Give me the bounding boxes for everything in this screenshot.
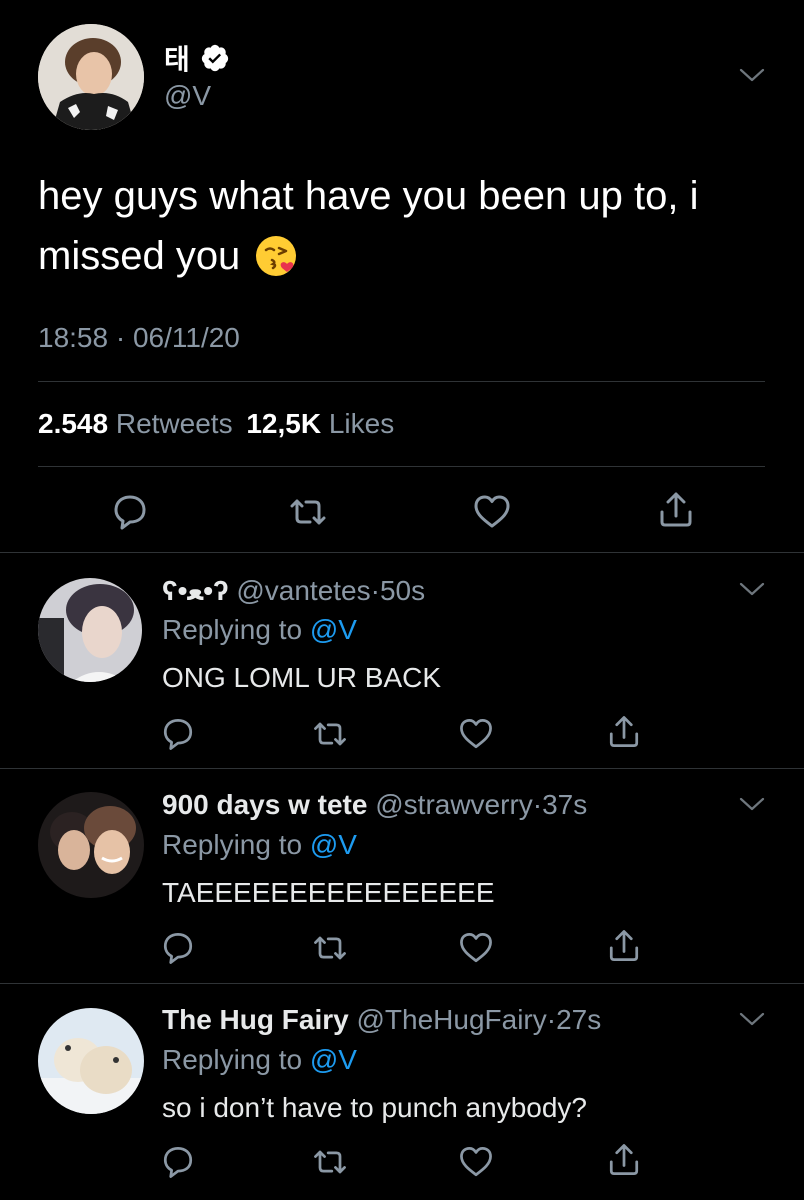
like-button[interactable] [456, 928, 496, 968]
share-icon [609, 716, 639, 747]
reply-avatar-photo [38, 1008, 144, 1114]
heart-icon [460, 1147, 492, 1177]
replying-to-label: Replying to [162, 1044, 303, 1075]
reply-button[interactable] [158, 1142, 198, 1182]
reply-time-separator: · [546, 1004, 557, 1035]
reply-avatar[interactable] [38, 792, 144, 898]
share-icon [609, 1144, 639, 1175]
retweet-button[interactable] [286, 490, 330, 534]
share-button[interactable] [654, 488, 698, 532]
author-avatar[interactable] [38, 24, 144, 130]
tweet-text-line-2: missed you [38, 234, 241, 278]
reply-time: 37s [542, 789, 588, 820]
heart-icon [474, 495, 510, 528]
reply-avatar[interactable] [38, 1008, 144, 1114]
like-button[interactable] [456, 714, 496, 754]
kissing-face-emoji-icon [254, 234, 298, 278]
heart-icon [460, 933, 492, 963]
reply-icon [163, 1147, 193, 1178]
reply-button[interactable] [158, 714, 198, 754]
reply-time-separator: · [532, 789, 543, 820]
likes-count: 12,5K [246, 408, 322, 439]
reply-icon [163, 933, 193, 964]
replying-to-handle[interactable]: @V [310, 1044, 357, 1075]
retweet-icon [290, 499, 326, 525]
author-name[interactable]: 태 [164, 38, 190, 78]
like-button[interactable] [456, 1142, 496, 1182]
chevron-down-icon[interactable] [738, 66, 766, 86]
reply-avatar[interactable] [38, 578, 142, 682]
replying-to-handle[interactable]: @V [310, 614, 357, 645]
tweet-text-line-1: hey guys what have you been up to, i [38, 174, 699, 218]
reply-author-handle[interactable]: @strawverry [375, 789, 533, 820]
reply-time: 50s [379, 575, 426, 606]
divider [0, 768, 804, 769]
retweet-icon [314, 936, 346, 960]
verified-badge-icon [200, 43, 230, 73]
reply-time: 27s [556, 1004, 602, 1035]
likes-stat[interactable]: 12,5K Likes [246, 408, 394, 439]
reply-avatar-photo [38, 578, 142, 682]
retweets-label: Retweets [115, 408, 233, 439]
reply-avatar-photo [38, 792, 144, 898]
share-icon [609, 930, 639, 961]
retweet-icon [314, 1150, 346, 1174]
reply-author-handle[interactable]: @TheHugFairy [356, 1004, 546, 1035]
chevron-down-icon[interactable] [738, 580, 766, 600]
reply-text: so i don’t have to punch anybody? [162, 1092, 587, 1123]
heart-icon [460, 719, 492, 749]
author-photo [38, 24, 144, 130]
reply-author-handle[interactable]: @vantetes [236, 575, 370, 606]
reply-icon [114, 495, 146, 530]
retweet-button[interactable] [310, 714, 350, 754]
tweet-date-separator: · [115, 322, 126, 353]
share-icon [660, 492, 692, 527]
chevron-down-icon[interactable] [738, 795, 766, 815]
reply-text: TAEEEEEEEEEEEEEEEE [162, 877, 495, 908]
author-handle[interactable]: @V [164, 80, 211, 112]
share-button[interactable] [604, 1140, 644, 1180]
share-button[interactable] [604, 712, 644, 752]
retweet-icon [314, 722, 346, 746]
retweet-button[interactable] [310, 928, 350, 968]
reply-button[interactable] [108, 490, 152, 534]
divider [0, 552, 804, 553]
tweet-date: 06/11/20 [132, 322, 240, 353]
reply-text: ONG LOML UR BACK [162, 662, 442, 693]
chevron-down-icon[interactable] [738, 1010, 766, 1030]
tweet-text: hey guys what have you been up to, i mis… [38, 166, 698, 286]
reply-time-separator: · [370, 575, 380, 606]
divider [38, 466, 765, 467]
retweet-button[interactable] [310, 1142, 350, 1182]
reply-author-name[interactable]: 900 days w tete [162, 789, 367, 820]
reply-author-name[interactable]: ʕ•ﻌ•ʔ [162, 575, 229, 606]
replying-to-handle[interactable]: @V [310, 829, 357, 860]
retweets-count: 2.548 [38, 408, 109, 439]
reply-icon [163, 719, 193, 750]
retweets-stat[interactable]: 2.548 Retweets [38, 408, 240, 439]
like-button[interactable] [470, 490, 514, 534]
reply-author-name[interactable]: The Hug Fairy [162, 1004, 349, 1035]
divider [38, 381, 765, 382]
reply-button[interactable] [158, 928, 198, 968]
share-button[interactable] [604, 926, 644, 966]
likes-label: Likes [328, 408, 395, 439]
replying-to-label: Replying to [162, 614, 303, 645]
divider [0, 983, 804, 984]
replying-to-label: Replying to [162, 829, 303, 860]
tweet-time: 18:58 [38, 322, 109, 353]
